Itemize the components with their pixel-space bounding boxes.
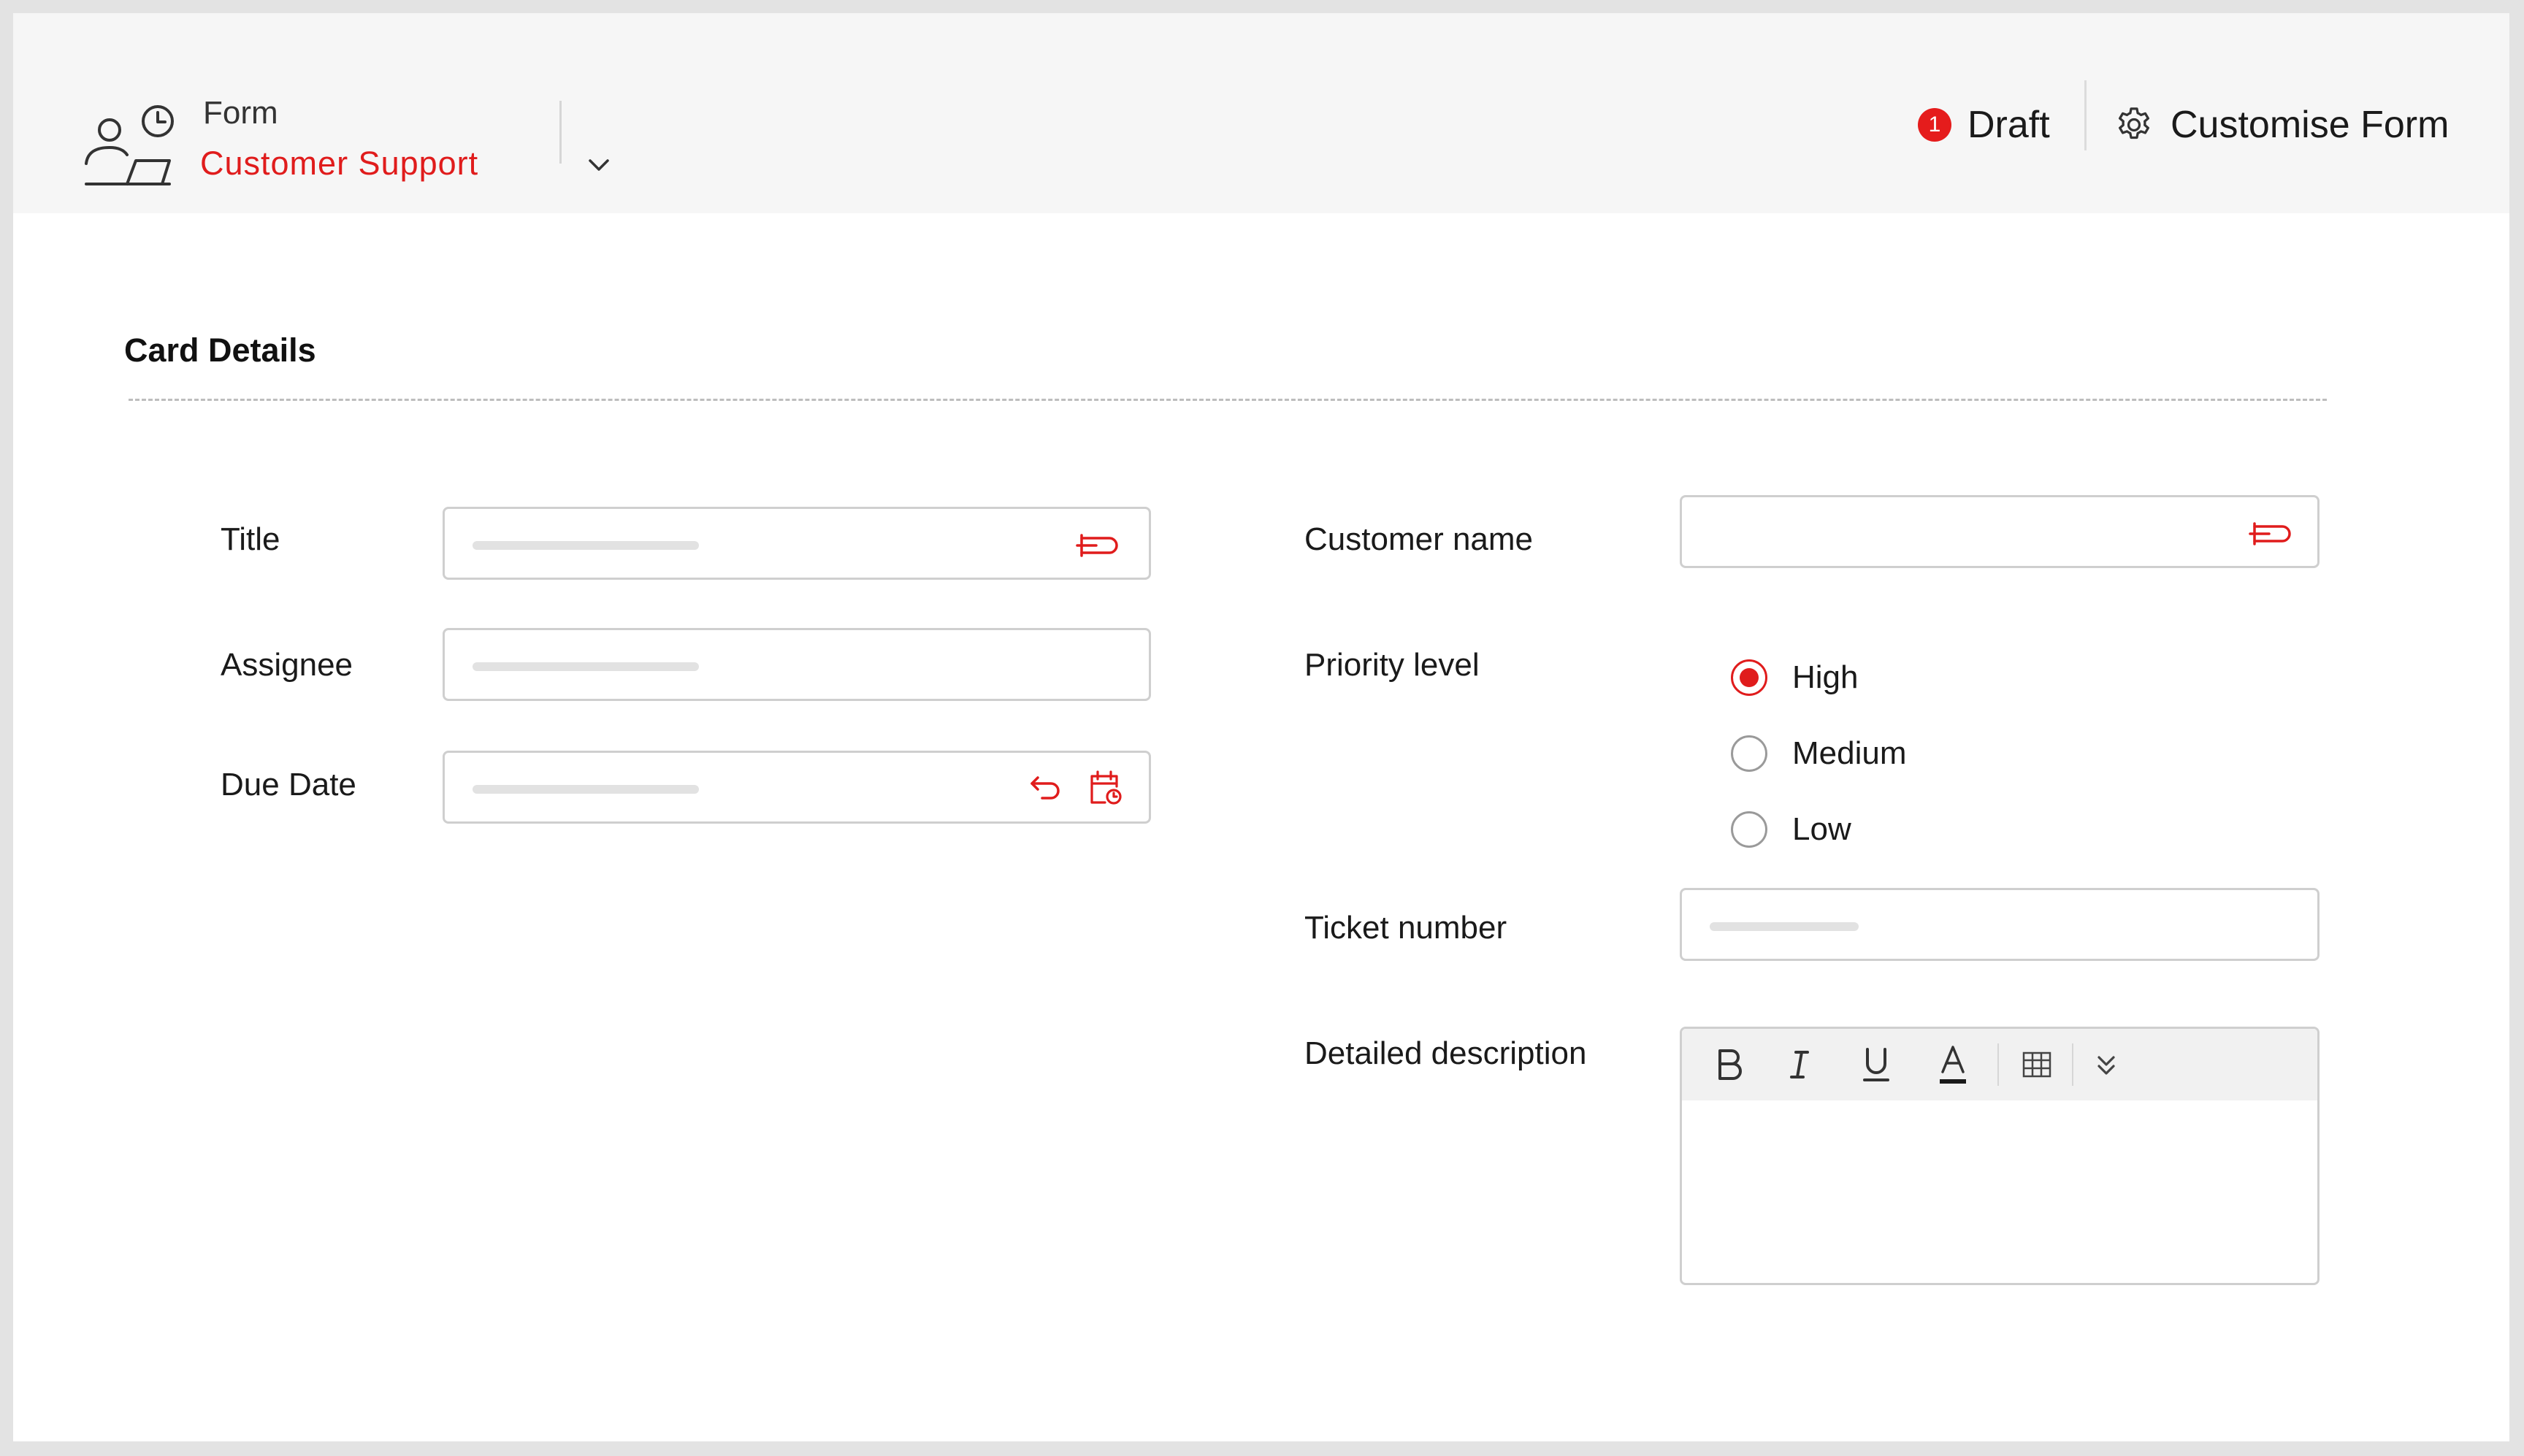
draft-count-badge: 1 [1918, 108, 1951, 142]
description-editor[interactable] [1680, 1027, 2320, 1285]
more-options-button[interactable] [2088, 1039, 2125, 1090]
italic-icon [1790, 1051, 1809, 1078]
toolbar-divider [2072, 1043, 2073, 1086]
tag-icon[interactable] [1074, 529, 1121, 562]
due-date-input[interactable] [443, 751, 1151, 824]
editor-content-area[interactable] [1682, 1100, 2317, 1283]
ticket-number-label: Ticket number [1304, 910, 1507, 946]
radio-high[interactable] [1731, 659, 1767, 696]
header-divider-right [2084, 80, 2087, 150]
bold-icon [1718, 1049, 1742, 1080]
gear-icon [2119, 107, 2149, 139]
bold-button[interactable] [1708, 1039, 1749, 1090]
toolbar-divider [1997, 1043, 1999, 1086]
undo-icon[interactable] [1028, 772, 1064, 805]
title-input[interactable] [443, 507, 1151, 580]
editor-toolbar [1682, 1029, 2317, 1100]
user-clock-laptop-icon [85, 105, 174, 185]
title-label: Title [221, 521, 280, 557]
placeholder-bar [473, 541, 699, 550]
placeholder-bar [473, 662, 699, 671]
radio-label-low: Low [1792, 811, 1851, 847]
section-divider [129, 399, 2327, 401]
customise-form-button[interactable]: Customise Form [2114, 99, 2449, 150]
assignee-input[interactable] [443, 628, 1151, 701]
italic-button[interactable] [1780, 1039, 1821, 1090]
section-title: Card Details [124, 332, 316, 369]
customer-name-label: Customer name [1304, 521, 1534, 557]
placeholder-bar [473, 785, 699, 794]
form-header: Form Customer Support 1 Draft Customise … [13, 13, 2509, 213]
radio-label-medium: Medium [1792, 735, 1907, 771]
customer-name-input[interactable] [1680, 495, 2320, 568]
double-chevron-down-icon [2097, 1056, 2115, 1075]
app-frame: Form Customer Support 1 Draft Customise … [13, 13, 2509, 1441]
form-name[interactable]: Customer Support [200, 145, 478, 183]
priority-option-low[interactable]: Low [1731, 806, 1851, 853]
chevron-down-icon[interactable] [584, 150, 613, 180]
tag-icon[interactable] [2247, 518, 2294, 550]
priority-level-label: Priority level [1304, 647, 1480, 683]
table-icon [2022, 1051, 2051, 1078]
underline-icon [1863, 1048, 1889, 1081]
calendar-clock-icon[interactable] [1087, 769, 1124, 808]
table-button[interactable] [2015, 1039, 2059, 1090]
font-color-button[interactable] [1930, 1039, 1976, 1090]
detailed-description-label: Detailed description [1304, 1035, 1587, 1071]
radio-medium[interactable] [1731, 735, 1767, 772]
underline-button[interactable] [1856, 1039, 1897, 1090]
due-date-label: Due Date [221, 767, 356, 802]
placeholder-bar [1710, 922, 1859, 931]
priority-option-high[interactable]: High [1731, 654, 1859, 701]
draft-button[interactable]: 1 Draft [1918, 99, 2050, 150]
form-label: Form [203, 95, 278, 131]
radio-label-high: High [1792, 659, 1859, 695]
assignee-label: Assignee [221, 647, 353, 683]
ticket-number-input[interactable] [1680, 888, 2320, 961]
radio-low[interactable] [1731, 811, 1767, 848]
font-color-icon [1940, 1046, 1966, 1084]
header-divider [559, 101, 562, 164]
priority-option-medium[interactable]: Medium [1731, 730, 1907, 777]
draft-label: Draft [1967, 104, 2050, 146]
customise-form-label: Customise Form [2171, 104, 2450, 146]
